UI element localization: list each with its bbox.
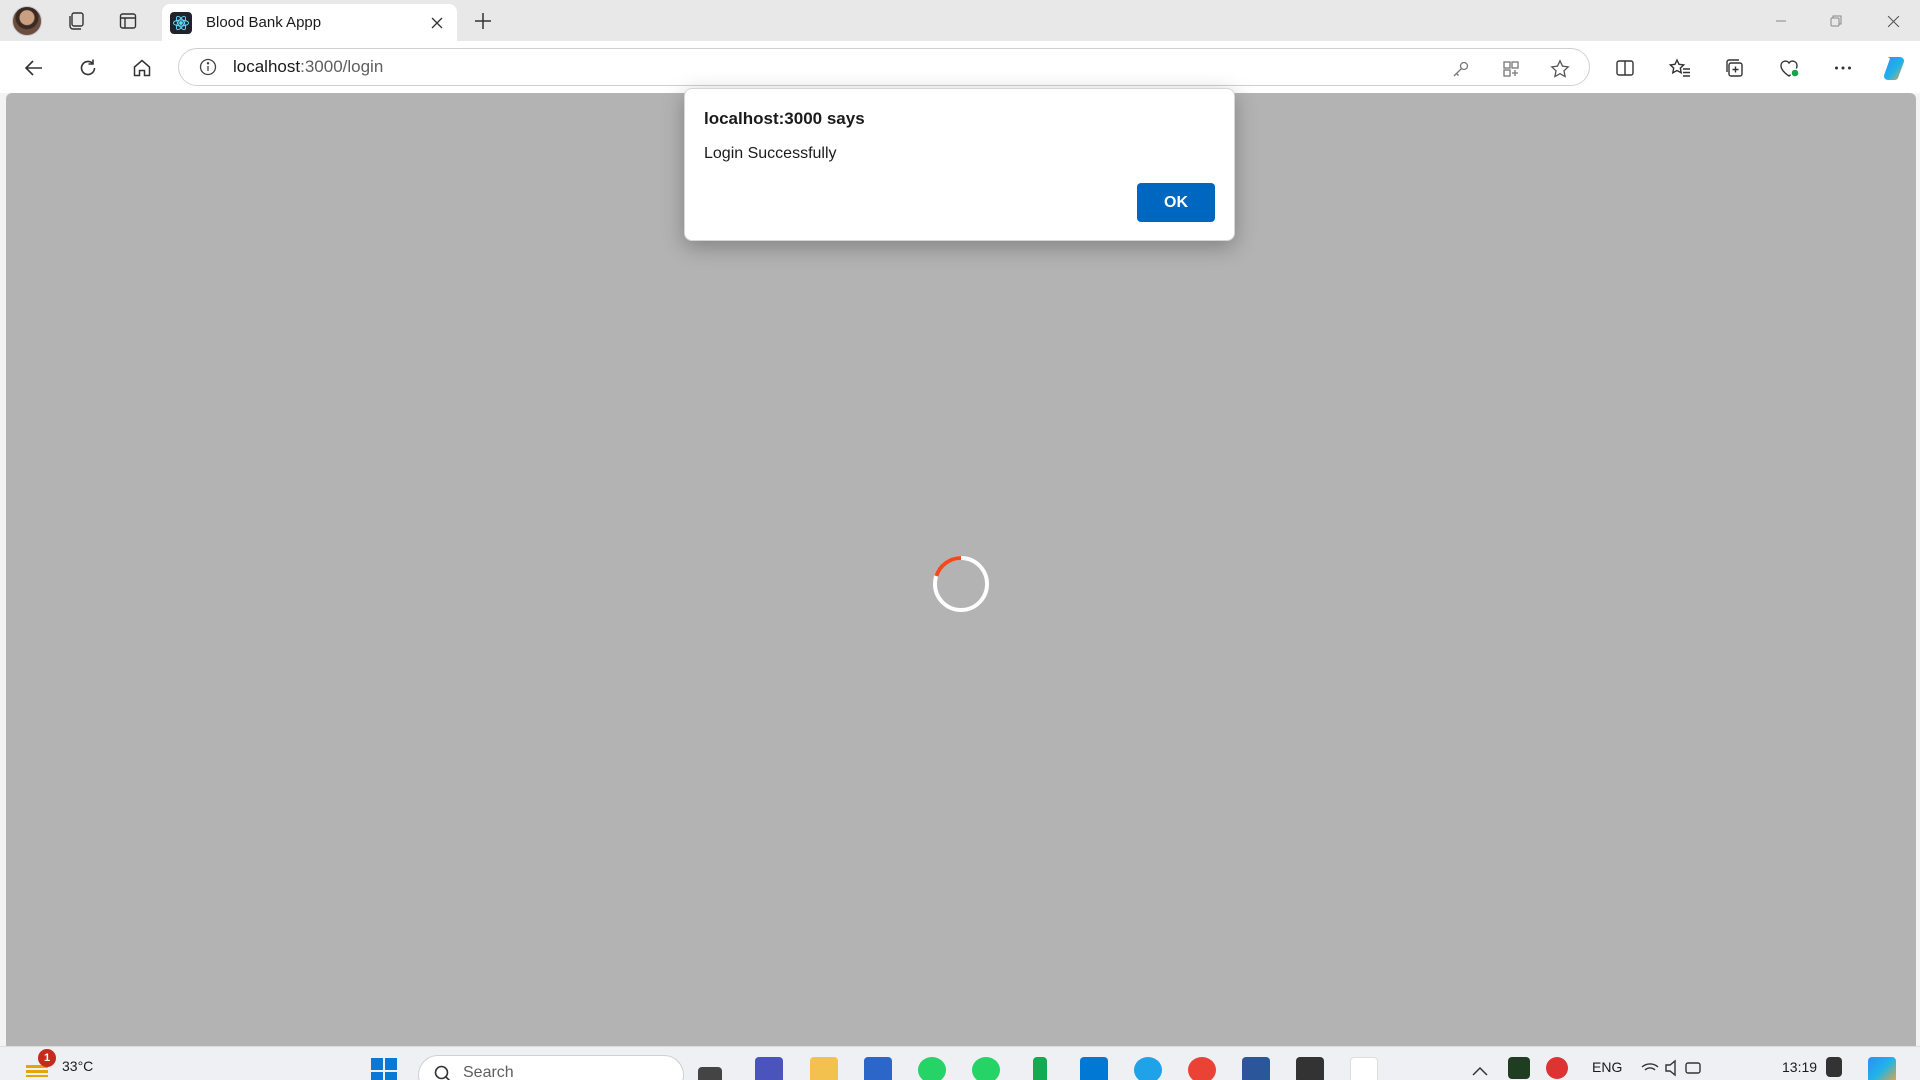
site-info-icon[interactable] [197, 56, 219, 78]
notification-icon[interactable] [1826, 1057, 1842, 1077]
tray-app-icon[interactable] [1546, 1057, 1568, 1079]
browser-toolbar: localhost:3000/login [0, 41, 1920, 93]
vscode-icon[interactable] [1080, 1057, 1108, 1080]
weather-icon: 1 [24, 1049, 56, 1077]
snipping-tool-icon[interactable] [1350, 1057, 1378, 1080]
network-volume-battery-icons[interactable] [1640, 1057, 1704, 1079]
whatsapp-icon[interactable] [918, 1057, 946, 1080]
tab-strip: Blood Bank Appp [0, 0, 1920, 41]
profile-avatar[interactable] [12, 6, 42, 36]
address-bar[interactable]: localhost:3000/login [178, 48, 1590, 86]
terminal-icon[interactable] [1296, 1057, 1324, 1080]
vertical-tabs-icon[interactable] [115, 8, 141, 34]
whatsapp-business-icon[interactable] [972, 1057, 1000, 1080]
mongodb-icon[interactable] [1033, 1057, 1047, 1080]
url-text: localhost:3000/login [233, 57, 384, 76]
weather-badge: 1 [38, 1049, 56, 1067]
password-key-icon[interactable] [1449, 57, 1473, 81]
taskbar-search[interactable]: Search [418, 1055, 684, 1080]
file-explorer-icon[interactable] [810, 1057, 838, 1080]
search-icon [434, 1065, 451, 1080]
edge-icon[interactable] [1134, 1057, 1162, 1080]
minimize-icon[interactable] [1758, 6, 1804, 36]
favorite-star-icon[interactable] [1548, 57, 1572, 81]
collections-icon[interactable] [1717, 51, 1751, 85]
tab-title: Blood Bank Appp [206, 14, 322, 31]
new-tab-icon[interactable] [469, 8, 497, 34]
chrome-icon[interactable] [1188, 1057, 1216, 1080]
weather-temp: 33°C [62, 1058, 94, 1074]
task-view-icon[interactable] [698, 1067, 722, 1080]
taskbar: 1 33°C Search ENG 13:19 [0, 1046, 1920, 1080]
home-icon[interactable] [125, 51, 159, 85]
clock-time[interactable]: 13:19 [1782, 1059, 1817, 1075]
close-tab-icon[interactable] [425, 11, 449, 35]
dialog-message: Login Successfully [704, 145, 837, 162]
loading-spinner [933, 556, 989, 612]
refresh-icon[interactable] [71, 51, 105, 85]
search-placeholder: Search [463, 1064, 514, 1080]
ok-button[interactable]: OK [1137, 183, 1215, 222]
browser-essentials-icon[interactable] [1772, 51, 1806, 85]
restore-icon[interactable] [1813, 6, 1859, 36]
nvidia-icon[interactable] [1508, 1057, 1530, 1079]
more-options-icon[interactable] [1826, 51, 1860, 85]
windows-start-icon[interactable] [370, 1057, 398, 1080]
word-icon[interactable] [1242, 1057, 1270, 1080]
workspaces-icon[interactable] [63, 8, 89, 34]
close-window-icon[interactable] [1870, 6, 1916, 36]
tab-blood-bank[interactable]: Blood Bank Appp [162, 4, 457, 41]
react-icon [170, 11, 192, 34]
weather-widget[interactable]: 1 33°C [24, 1049, 94, 1077]
alert-dialog: localhost:3000 says Login Successfully O… [684, 88, 1235, 241]
chevron-up-icon[interactable] [1470, 1065, 1490, 1079]
store-icon[interactable] [864, 1057, 892, 1080]
split-screen-icon[interactable] [1608, 51, 1642, 85]
teams-icon[interactable] [755, 1057, 783, 1080]
copilot-icon[interactable] [1877, 51, 1911, 85]
language-indicator[interactable]: ENG [1592, 1059, 1622, 1075]
favorites-icon[interactable] [1663, 51, 1697, 85]
back-icon[interactable] [17, 51, 51, 85]
copilot-taskbar-icon[interactable] [1868, 1057, 1896, 1080]
app-available-icon[interactable] [1499, 57, 1523, 81]
dialog-heading: localhost:3000 says [704, 109, 865, 128]
